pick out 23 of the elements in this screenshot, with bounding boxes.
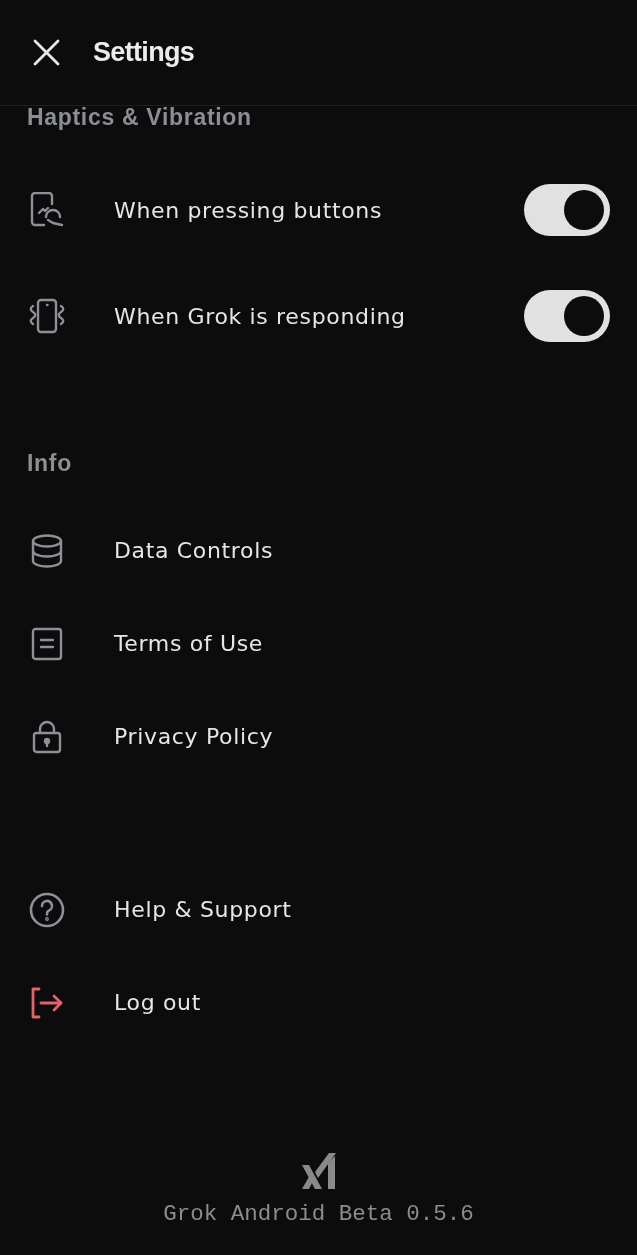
- help-icon: [29, 891, 65, 928]
- setting-label: When pressing buttons: [114, 196, 384, 225]
- close-icon: [33, 39, 60, 66]
- menu-item[interactable]: Data Controls: [0, 504, 637, 597]
- page-title: Settings: [93, 36, 195, 70]
- toggle-switch[interactable]: [524, 290, 610, 342]
- phone-vibrate-icon: [28, 298, 66, 334]
- document-icon: [31, 626, 63, 661]
- phone-tap-icon: [30, 192, 64, 228]
- version-text: Grok Android Beta 0.5.6: [163, 1202, 474, 1226]
- menu-item[interactable]: Terms of Use: [0, 597, 637, 690]
- menu-item[interactable]: Help & Support: [0, 863, 637, 956]
- setting-label: When Grok is responding: [114, 302, 407, 331]
- close-button[interactable]: [33, 39, 60, 66]
- lock-icon: [32, 719, 62, 754]
- database-icon: [31, 533, 63, 568]
- logo-icon: [301, 1153, 336, 1189]
- section-title: Haptics & Vibration: [26, 106, 253, 128]
- toggle-switch[interactable]: [524, 184, 610, 236]
- menu-item[interactable]: Log out: [0, 956, 637, 1049]
- logout-icon: [30, 986, 64, 1019]
- menu-item[interactable]: Privacy Policy: [0, 690, 637, 783]
- section-title: Info: [26, 452, 73, 474]
